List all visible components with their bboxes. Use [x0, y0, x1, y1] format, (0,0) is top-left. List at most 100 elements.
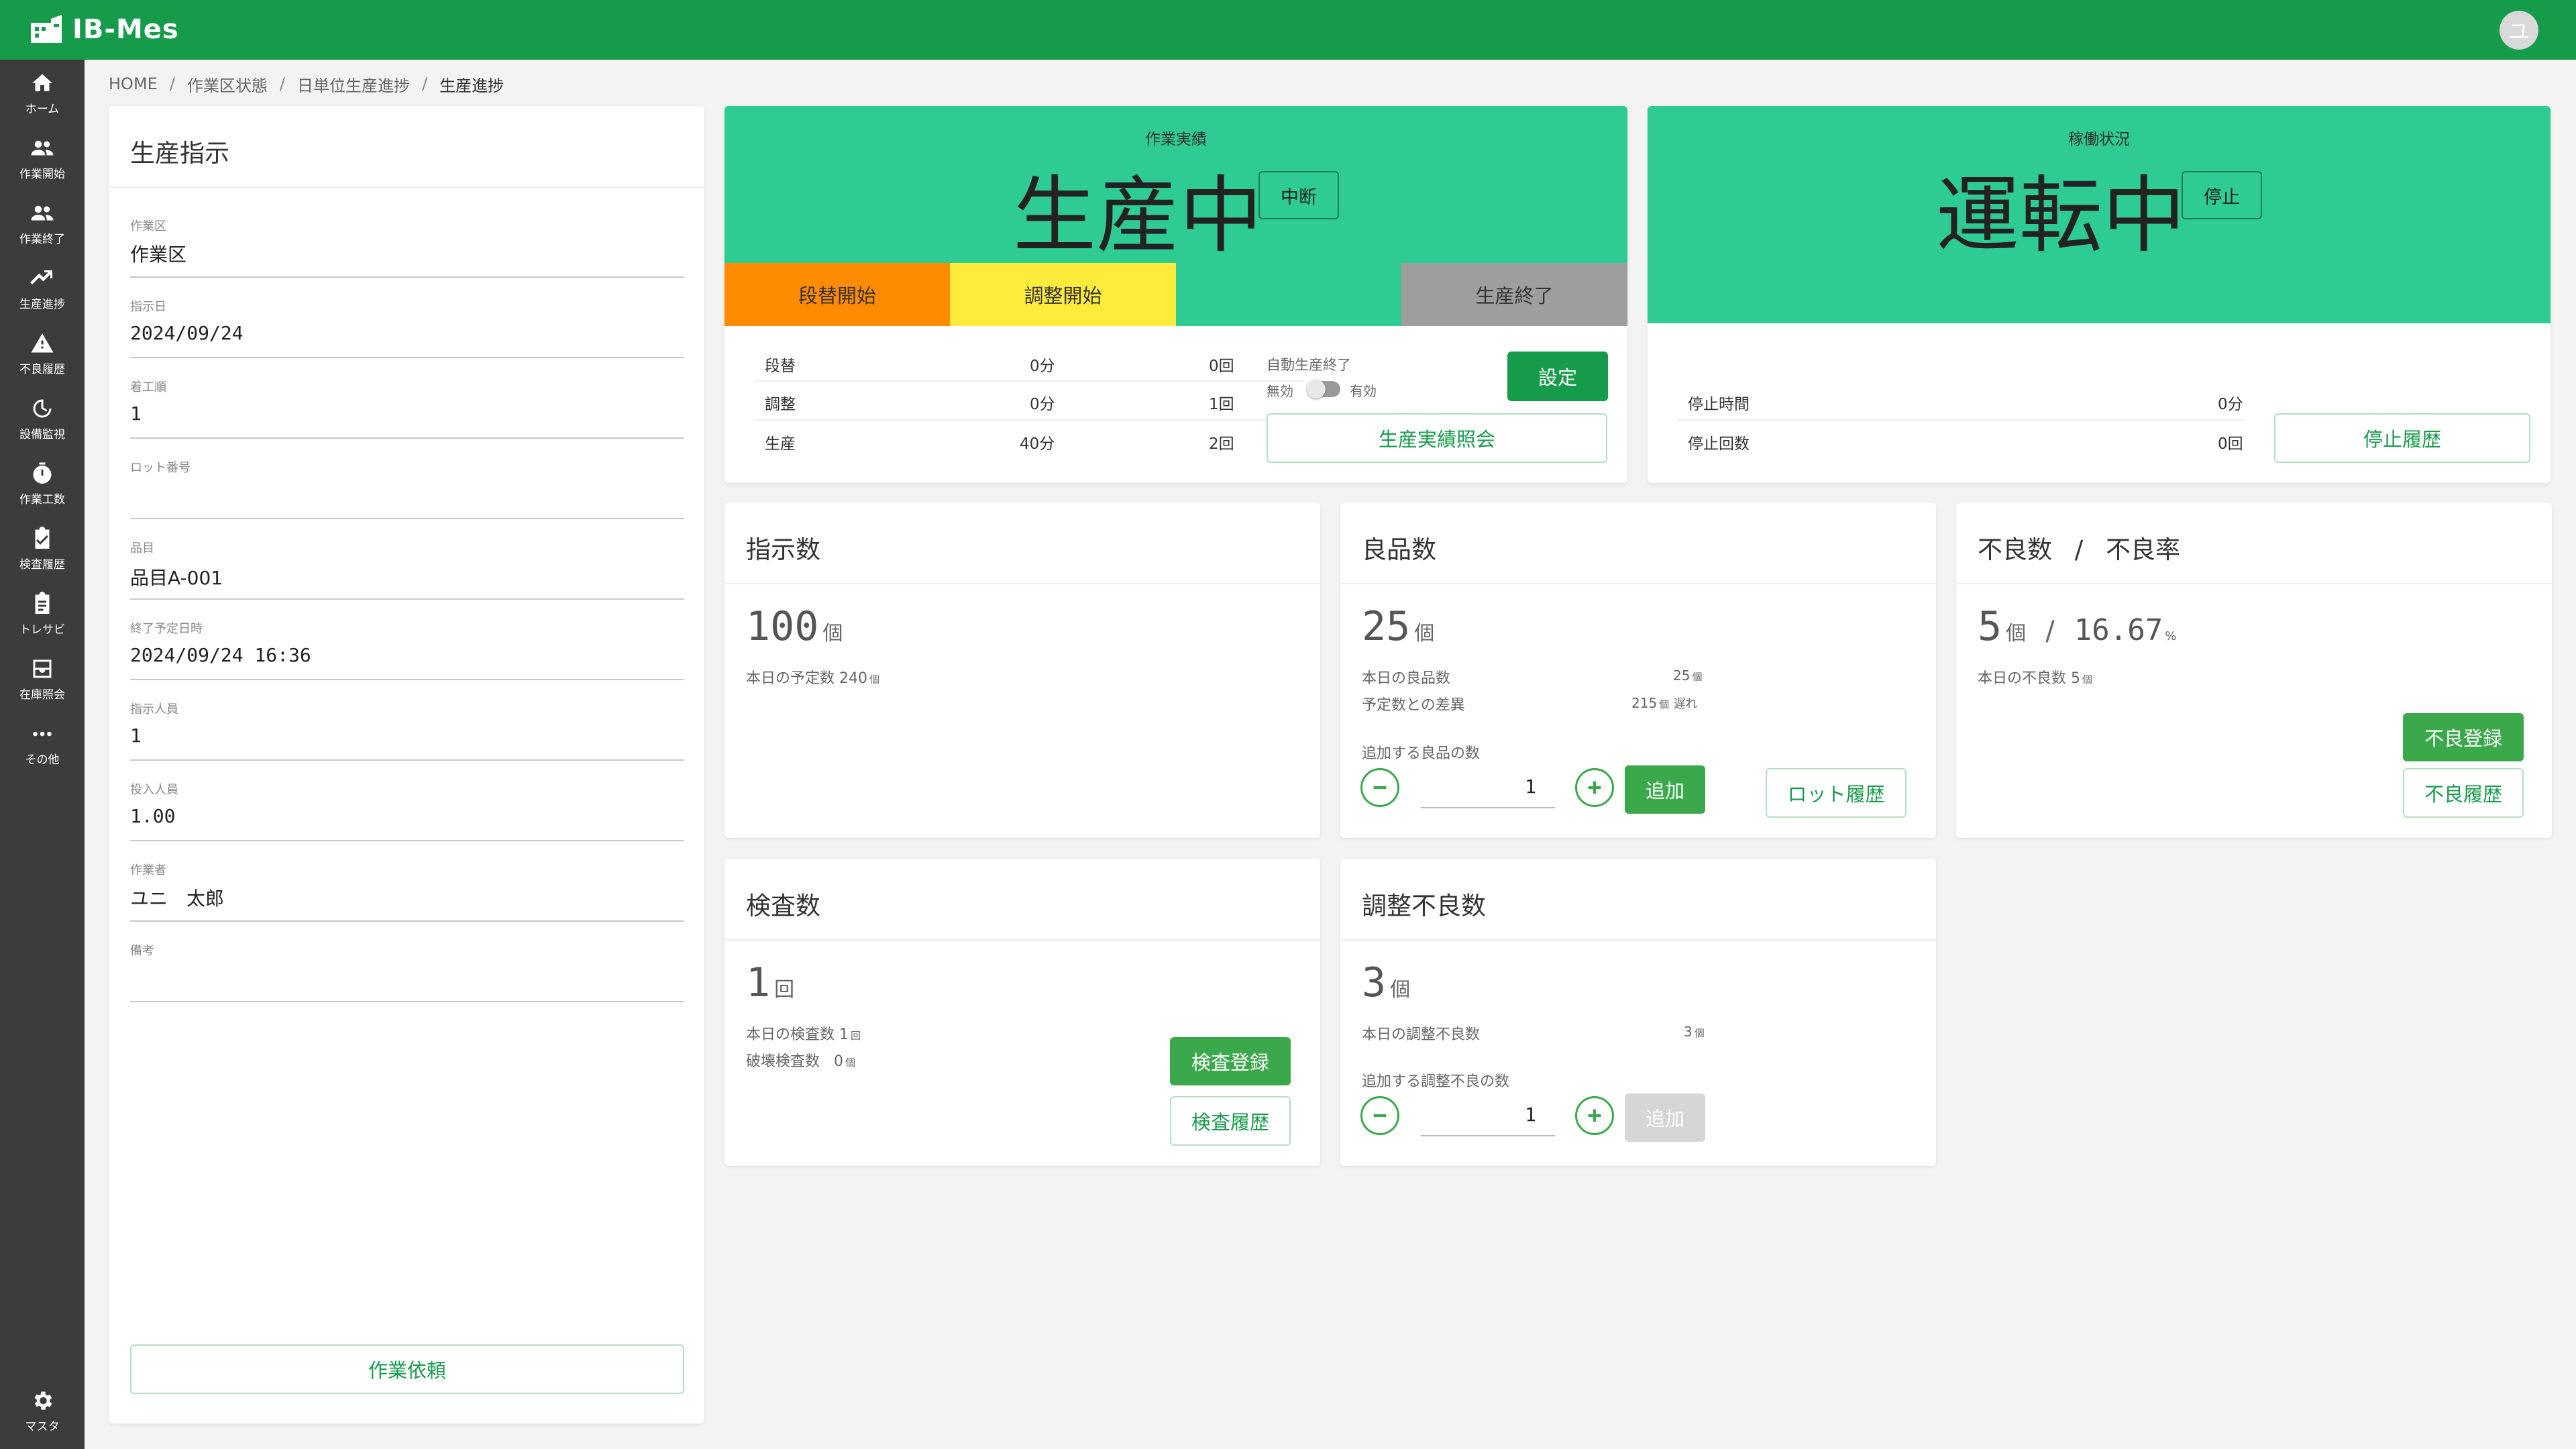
setting-button[interactable]: 設定 [1507, 352, 1608, 401]
people-icon [31, 205, 54, 220]
work-result-caption: 作業実績 [1145, 131, 1207, 148]
field-label-end-datetime: 終了予定日時 [130, 622, 203, 636]
row-value-stop-count: 0回 [2218, 435, 2243, 453]
sidebar-item-traceability[interactable]: トレサビ [0, 582, 85, 646]
inspection-register-button[interactable]: 検査登録 [1170, 1037, 1291, 1085]
stopwatch-icon [33, 462, 52, 484]
toggle-on-label: 有効 [1350, 383, 1377, 399]
sidebar-item-label: 検査履歴 [19, 557, 65, 572]
good-qty-input[interactable]: 1 [1421, 765, 1555, 808]
sidebar-item-equipment-monitor[interactable]: 設備監視 [0, 386, 85, 451]
field-value-instructed-staff: 1 [130, 724, 142, 747]
row-label-adjust: 調整 [765, 396, 796, 413]
sidebar-item-master[interactable]: マスタ [0, 1379, 85, 1443]
sidebar-item-label: 設備監視 [19, 427, 65, 441]
field-label-start-order: 着工順 [130, 380, 166, 394]
row-time-production: 40分 [1020, 435, 1055, 453]
sidebar-item-more[interactable]: その他 [0, 712, 85, 776]
sidebar-item-label: マスタ [25, 1419, 60, 1434]
sidebar-item-label: 作業終了 [19, 232, 65, 246]
blank-segment-button[interactable] [1176, 263, 1401, 326]
breadcrumb-work-area-status[interactable]: 作業区状態 [187, 72, 268, 96]
row-time-adjust: 0分 [1030, 396, 1055, 413]
breadcrumb: HOME / 作業区状態 / 日単位生産進捗 / 生産進捗 [109, 72, 504, 96]
interrupt-button[interactable]: 中断 [1258, 171, 1339, 219]
sidebar-item-home[interactable]: ホーム [0, 61, 85, 125]
adjust-defect-qty-input[interactable]: 1 [1421, 1093, 1555, 1136]
sidebar-item-work-end[interactable]: 作業終了 [0, 191, 85, 256]
plus-icon [1588, 1109, 1601, 1122]
decrement-good-button[interactable] [1360, 768, 1399, 807]
add-adjust-defect-label: 追加する調整不良の数 [1362, 1073, 1510, 1090]
stop-history-button[interactable]: 停止履歴 [2274, 413, 2530, 463]
field-value-worker: ユニ 太郎 [130, 888, 225, 910]
today-adjust-defect-label: 本日の調整不良数 [1362, 1026, 1481, 1043]
row-label-changeover: 段替 [765, 358, 796, 375]
sidebar-item-label: 在庫照会 [19, 688, 65, 702]
good-qty-display: 25 個 [1362, 603, 1435, 650]
field-value-start-order: 1 [130, 402, 142, 425]
adjust-defect-card: 調整不良数 3個 本日の調整不良数 3個 追加する調整不良の数 1 追加 [1340, 859, 1936, 1166]
sidebar-item-inspection-history[interactable]: 検査履歴 [0, 517, 85, 581]
destructive-inspection-count: 破壊検査数 0個 [746, 1053, 856, 1070]
production-status-text: 生産中 [1013, 168, 1263, 264]
decrement-adjust-defect-button[interactable] [1360, 1096, 1399, 1135]
field-label-lot-number: ロット番号 [130, 461, 191, 475]
field-label-item: 品目 [130, 541, 154, 555]
add-good-label: 追加する良品の数 [1362, 745, 1481, 762]
today-good-label: 本日の良品数 [1362, 670, 1451, 687]
breadcrumb-home[interactable]: HOME [109, 74, 158, 93]
adjust-defect-value: 3 [1362, 959, 1387, 1006]
field-label-worker: 作業者 [130, 863, 166, 877]
stop-button[interactable]: 停止 [2182, 171, 2262, 219]
auto-end-toggle[interactable] [1307, 380, 1340, 398]
sidebar-item-work-hours[interactable]: 作業工数 [0, 451, 85, 516]
card-title: 不良数 / 不良率 [1978, 535, 2180, 564]
field-label-instructed-staff: 指示人員 [130, 702, 178, 716]
app-name: IB-Mes [72, 14, 179, 45]
defect-register-button[interactable]: 不良登録 [2403, 713, 2524, 761]
app-logo[interactable]: IB-Mes [30, 9, 179, 50]
sidebar-item-production-progress[interactable]: 生産進捗 [0, 256, 85, 321]
row-label-stop-time: 停止時間 [1688, 396, 1750, 413]
gear-icon [34, 1391, 52, 1409]
field-label-instruction-date: 指示日 [130, 300, 166, 314]
increment-good-button[interactable] [1575, 768, 1614, 807]
today-adjust-defect-value: 3個 [1684, 1024, 1705, 1040]
production-result-inquiry-button[interactable]: 生産実績照会 [1267, 413, 1607, 463]
adjust-defect-display: 3個 [1362, 959, 1411, 1006]
breadcrumb-daily-progress[interactable]: 日単位生産進捗 [297, 72, 410, 96]
increment-adjust-defect-button[interactable] [1575, 1096, 1614, 1135]
add-adjust-defect-button[interactable]: 追加 [1625, 1093, 1705, 1142]
row-label-production: 生産 [765, 435, 796, 453]
adjust-start-button[interactable]: 調整開始 [950, 263, 1176, 326]
changeover-start-button[interactable]: 段替開始 [724, 263, 950, 326]
sidebar-item-label: 不良履歴 [19, 362, 65, 376]
sidebar-item-label: 作業工数 [19, 492, 65, 506]
sidebar-item-inventory[interactable]: 在庫照会 [0, 647, 85, 711]
today-good-value: 25 個 [1673, 667, 1703, 684]
breadcrumb-current: 生産進捗 [439, 76, 504, 95]
operation-status-panel: 稼働状況 運転中 停止 停止時間 0分 停止回数 0回 停止履歴 [1648, 106, 2551, 483]
today-defect-qty: 本日の不良数 5個 [1978, 670, 2093, 687]
sidebar-item-defect-history[interactable]: 不良履歴 [0, 321, 85, 386]
work-request-button[interactable]: 作業依頼 [130, 1344, 684, 1394]
instructed-qty-display: 100 個 [746, 603, 843, 650]
inspection-history-button[interactable]: 検査履歴 [1170, 1096, 1291, 1146]
home-icon [32, 74, 52, 91]
field-value-instruction-date: 2024/09/24 [130, 322, 244, 344]
add-good-button[interactable]: 追加 [1625, 765, 1705, 814]
row-count-changeover: 0回 [1209, 358, 1234, 375]
row-count-adjust: 1回 [1209, 396, 1234, 413]
defect-history-button[interactable]: 不良履歴 [2403, 768, 2524, 818]
field-value-item: 品目A-001 [130, 567, 223, 589]
lot-history-button[interactable]: ロット履歴 [1766, 768, 1907, 818]
field-value-assigned-staff: 1.00 [130, 805, 176, 827]
operation-status-text: 運転中 [1936, 168, 2186, 264]
user-avatar[interactable]: ユ [2500, 11, 2538, 50]
auto-end-label: 自動生産終了 [1267, 357, 1351, 373]
diff-label: 予定数との差異 [1362, 697, 1465, 714]
sidebar-item-work-start[interactable]: 作業開始 [0, 126, 85, 191]
sidebar-item-label: 生産進捗 [19, 297, 65, 311]
production-end-button[interactable]: 生産終了 [1401, 263, 1627, 326]
